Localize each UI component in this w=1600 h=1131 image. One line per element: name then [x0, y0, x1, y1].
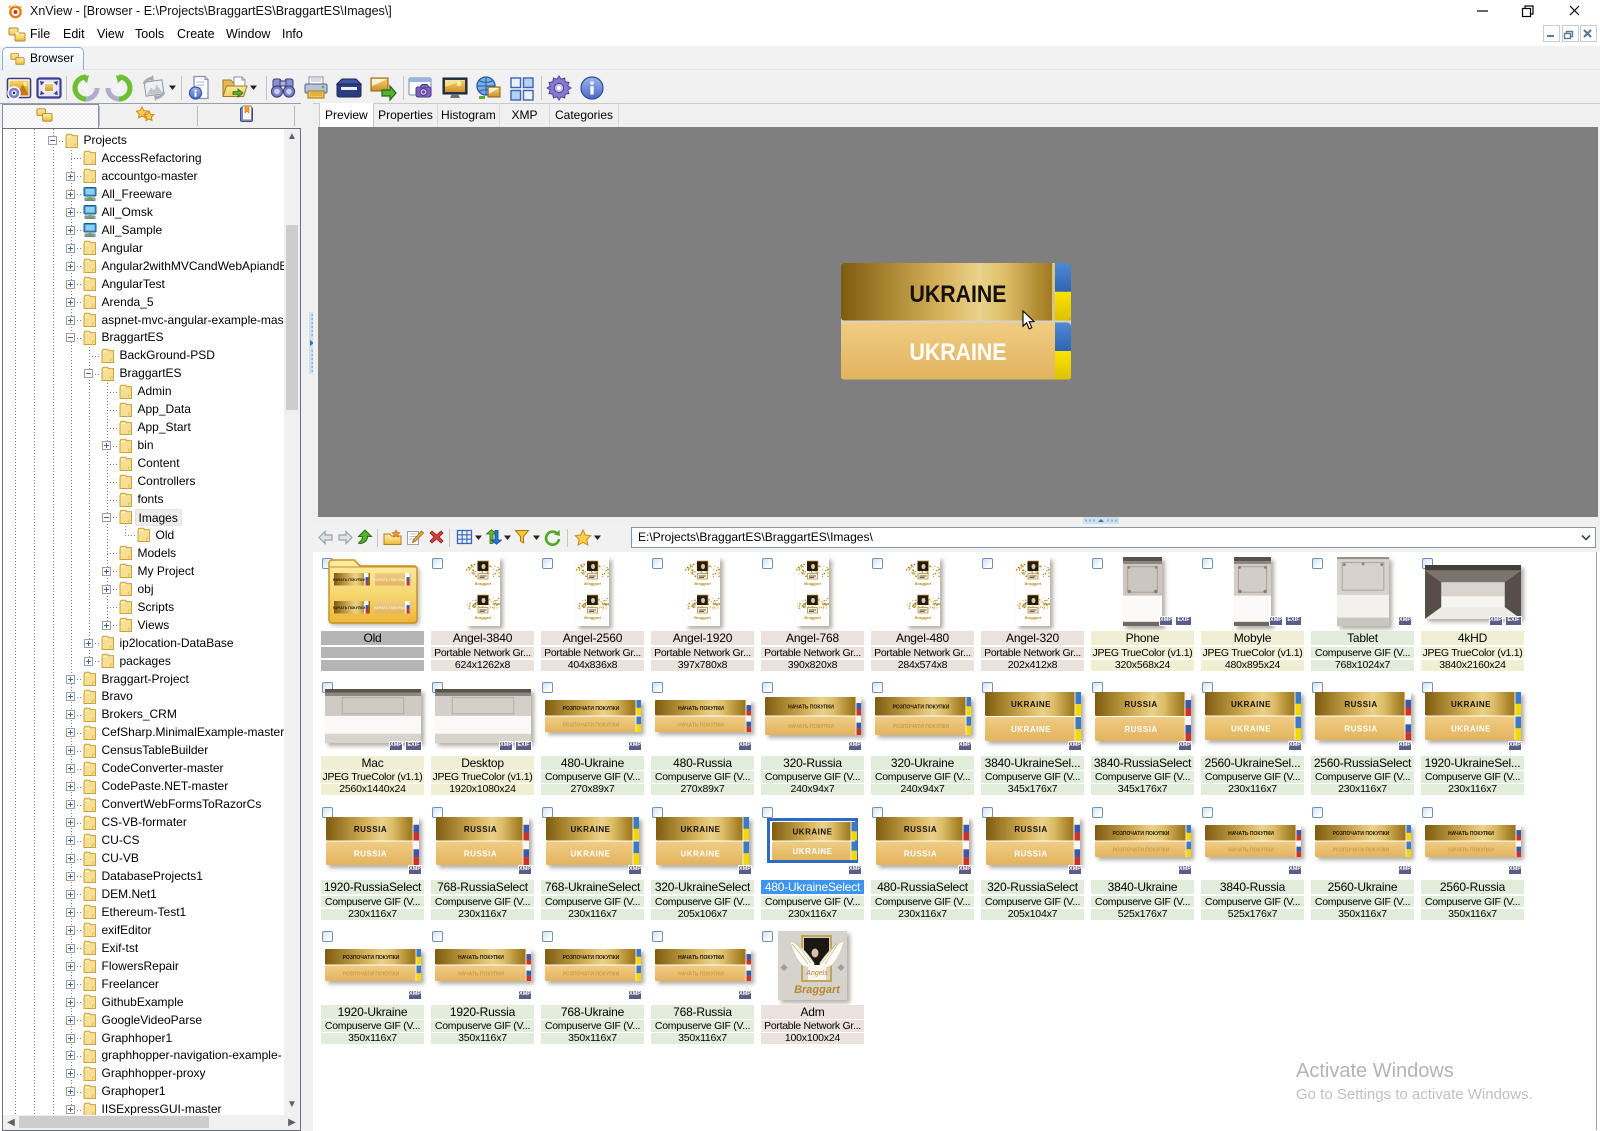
svg-text:UKRAINE: UKRAINE [681, 849, 721, 858]
svg-text:UKRAINE: UKRAINE [910, 281, 1007, 308]
svg-text:НАЧАТЬ ПОКУПКИ: НАЧАТЬ ПОКУПКИ [678, 955, 724, 961]
svg-text:UKRAINE: UKRAINE [1231, 700, 1271, 709]
svg-text:РОЗПОЧАТИ ПОКУПКИ: РОЗПОЧАТИ ПОКУПКИ [1112, 830, 1169, 836]
svg-text:Braggart: Braggart [914, 581, 931, 586]
svg-text:НАЧАТЬ ПОКУПКИ: НАЧАТЬ ПОКУПКИ [1448, 847, 1494, 853]
svg-text:UKRAINE: UKRAINE [1011, 725, 1051, 734]
svg-text:РОЗПОЧАТИ ПОКУПКИ: РОЗПОЧАТИ ПОКУПКИ [562, 971, 619, 977]
svg-text:НАЧАТЬ ПОКУПКИ: НАЧАТЬ ПОКУПКИ [678, 971, 724, 977]
svg-text:РОЗПОЧАТИ ПОКУПКИ: РОЗПОЧАТИ ПОКУПКИ [342, 955, 399, 961]
svg-text:РОЗПОЧАТИ ПОКУПКИ: РОЗПОЧАТИ ПОКУПКИ [562, 955, 619, 961]
svg-text:НАЧАТЬ ПОКУПКИ: НАЧАТЬ ПОКУПКИ [1448, 830, 1494, 836]
svg-text:РОЗПОЧАТИ ПОКУПКИ: РОЗПОЧАТИ ПОКУПКИ [1332, 847, 1389, 853]
svg-text:UKRAINE: UKRAINE [1451, 724, 1491, 733]
svg-text:РОЗПОЧАТИ ПОКУПКИ: РОЗПОЧАТИ ПОКУПКИ [562, 722, 619, 728]
svg-text:НАЧАТЬ ПОКУПКИ: НАЧАТЬ ПОКУПКИ [332, 578, 365, 582]
svg-text:НАЧАТЬ ПОКУПКИ: НАЧАТЬ ПОКУПКИ [373, 606, 406, 610]
svg-text:Braggart: Braggart [914, 615, 931, 620]
svg-text:RUSSIA: RUSSIA [464, 849, 497, 858]
svg-text:НАЧАТЬ ПОКУПКИ: НАЧАТЬ ПОКУПКИ [788, 724, 834, 730]
svg-text:Braggart: Braggart [794, 984, 841, 996]
svg-text:RUSSIA: RUSSIA [1344, 700, 1377, 709]
svg-text:RUSSIA: RUSSIA [1014, 824, 1047, 833]
svg-text:Braggart: Braggart [804, 615, 821, 620]
svg-text:RUSSIA: RUSSIA [904, 824, 937, 833]
svg-text:RUSSIA: RUSSIA [1344, 724, 1377, 733]
svg-text:НАЧАТЬ ПОКУПКИ: НАЧАТЬ ПОКУПКИ [788, 704, 834, 710]
svg-text:РОЗПОЧАТИ ПОКУПКИ: РОЗПОЧАТИ ПОКУПКИ [892, 704, 949, 710]
svg-text:НАЧАТЬ ПОКУПКИ: НАЧАТЬ ПОКУПКИ [373, 578, 406, 582]
svg-text:Braggart: Braggart [694, 581, 711, 586]
svg-text:Braggart: Braggart [804, 581, 821, 586]
svg-text:UKRAINE: UKRAINE [1011, 700, 1051, 709]
svg-text:RUSSIA: RUSSIA [1124, 725, 1157, 734]
svg-text:UKRAINE: UKRAINE [1231, 724, 1271, 733]
svg-text:UKRAINE: UKRAINE [571, 849, 611, 858]
svg-text:РОЗПОЧАТИ ПОКУПКИ: РОЗПОЧАТИ ПОКУПКИ [1332, 830, 1389, 836]
svg-text:RUSSIA: RUSSIA [904, 849, 937, 858]
svg-text:Braggart: Braggart [584, 615, 601, 620]
svg-text:RUSSIA: RUSSIA [354, 849, 387, 858]
svg-text:НАЧАТЬ ПОКУПКИ: НАЧАТЬ ПОКУПКИ [332, 606, 365, 610]
svg-text:Braggart: Braggart [694, 615, 711, 620]
svg-text:НАЧАТЬ ПОКУПКИ: НАЧАТЬ ПОКУПКИ [678, 706, 724, 712]
svg-text:РОЗПОЧАТИ ПОКУПКИ: РОЗПОЧАТИ ПОКУПКИ [1112, 847, 1169, 853]
svg-text:RUSSIA: RUSSIA [1124, 700, 1157, 709]
svg-text:RUSSIA: RUSSIA [464, 824, 497, 833]
svg-text:Braggart: Braggart [584, 581, 601, 586]
svg-text:Braggart: Braggart [1024, 615, 1041, 620]
svg-text:Braggart: Braggart [474, 615, 491, 620]
svg-text:RUSSIA: RUSSIA [354, 824, 387, 833]
svg-text:UKRAINE: UKRAINE [1451, 700, 1491, 709]
svg-text:РОЗПОЧАТИ ПОКУПКИ: РОЗПОЧАТИ ПОКУПКИ [342, 971, 399, 977]
svg-text:НАЧАТЬ ПОКУПКИ: НАЧАТЬ ПОКУПКИ [1228, 830, 1274, 836]
svg-text:UKRAINE: UKRAINE [571, 824, 611, 833]
svg-text:РОЗПОЧАТИ ПОКУПКИ: РОЗПОЧАТИ ПОКУПКИ [892, 724, 949, 730]
svg-text:НАЧАТЬ ПОКУПКИ: НАЧАТЬ ПОКУПКИ [678, 722, 724, 728]
svg-text:RUSSIA: RUSSIA [1014, 849, 1047, 858]
svg-text:Angels: Angels [805, 970, 828, 977]
svg-text:UKRAINE: UKRAINE [681, 824, 721, 833]
svg-text:Braggart: Braggart [1024, 581, 1041, 586]
svg-text:НАЧАТЬ ПОКУПКИ: НАЧАТЬ ПОКУПКИ [458, 955, 504, 961]
svg-text:UKRAINE: UKRAINE [910, 339, 1007, 366]
svg-text:UKRAINE: UKRAINE [792, 827, 832, 836]
svg-text:Braggart: Braggart [474, 581, 491, 586]
svg-text:НАЧАТЬ ПОКУПКИ: НАЧАТЬ ПОКУПКИ [1228, 847, 1274, 853]
svg-text:UKRAINE: UKRAINE [792, 847, 832, 856]
svg-text:РОЗПОЧАТИ ПОКУПКИ: РОЗПОЧАТИ ПОКУПКИ [562, 706, 619, 712]
svg-text:НАЧАТЬ ПОКУПКИ: НАЧАТЬ ПОКУПКИ [458, 971, 504, 977]
